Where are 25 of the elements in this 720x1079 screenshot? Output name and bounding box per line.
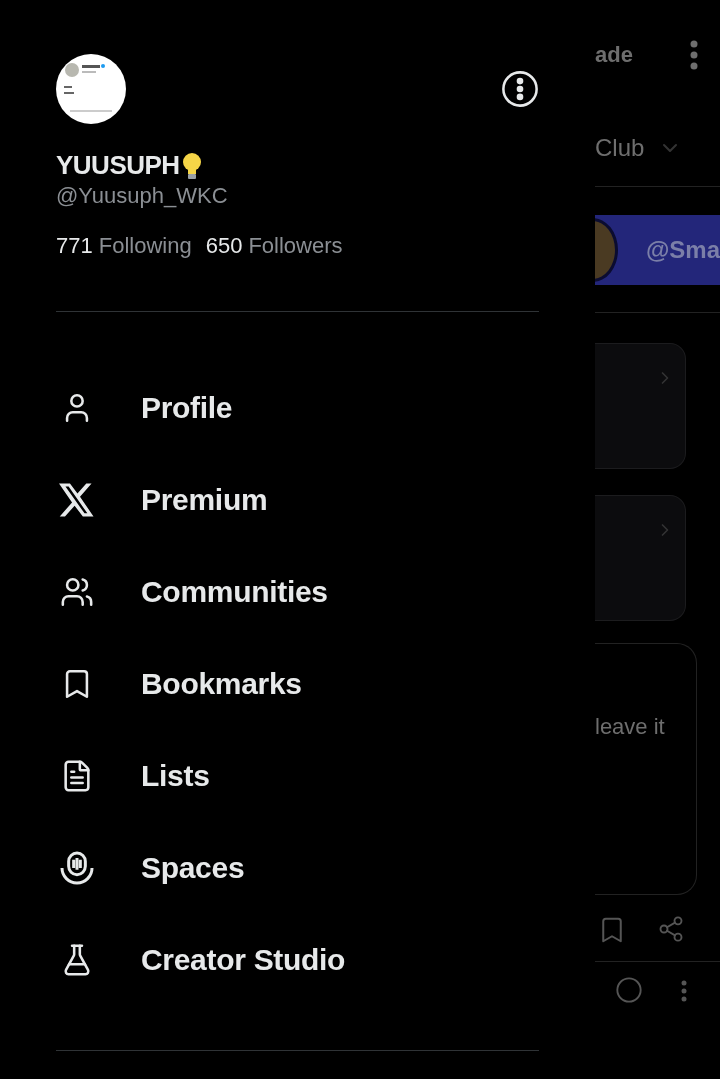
menu-item[interactable]: Lists <box>56 730 539 822</box>
following-count[interactable]: 771 <box>56 233 93 259</box>
header-text: ade <box>595 42 633 68</box>
menu-item[interactable]: Bookmarks <box>56 638 539 730</box>
tab-label[interactable]: Club <box>595 134 645 162</box>
following-label[interactable]: Following <box>98 233 192 259</box>
menu-item[interactable]: Creator Studio <box>56 914 539 1006</box>
post-text: leave it <box>595 714 665 739</box>
menu-item[interactable]: Communities <box>56 546 539 638</box>
post-card[interactable]: leave it <box>595 643 697 895</box>
share-icon[interactable] <box>657 915 685 943</box>
menu-item[interactable]: Premium <box>56 454 539 546</box>
display-name: YUUSUPH <box>56 150 180 181</box>
followers-label[interactable]: Followers <box>248 233 343 259</box>
banner-handle: @Sma <box>645 236 720 264</box>
menu-item[interactable]: Spaces <box>56 822 539 914</box>
communities-icon <box>60 575 94 609</box>
menu-item[interactable]: Profile <box>56 362 539 454</box>
lightbulb-icon <box>181 151 202 180</box>
more-icon <box>690 40 698 70</box>
more-options-button[interactable] <box>501 70 539 108</box>
followers-count[interactable]: 650 <box>205 233 243 259</box>
x-logo-icon <box>59 483 95 517</box>
username: @Yuusuph_WKC <box>56 183 229 209</box>
more-icon[interactable] <box>681 980 687 1002</box>
